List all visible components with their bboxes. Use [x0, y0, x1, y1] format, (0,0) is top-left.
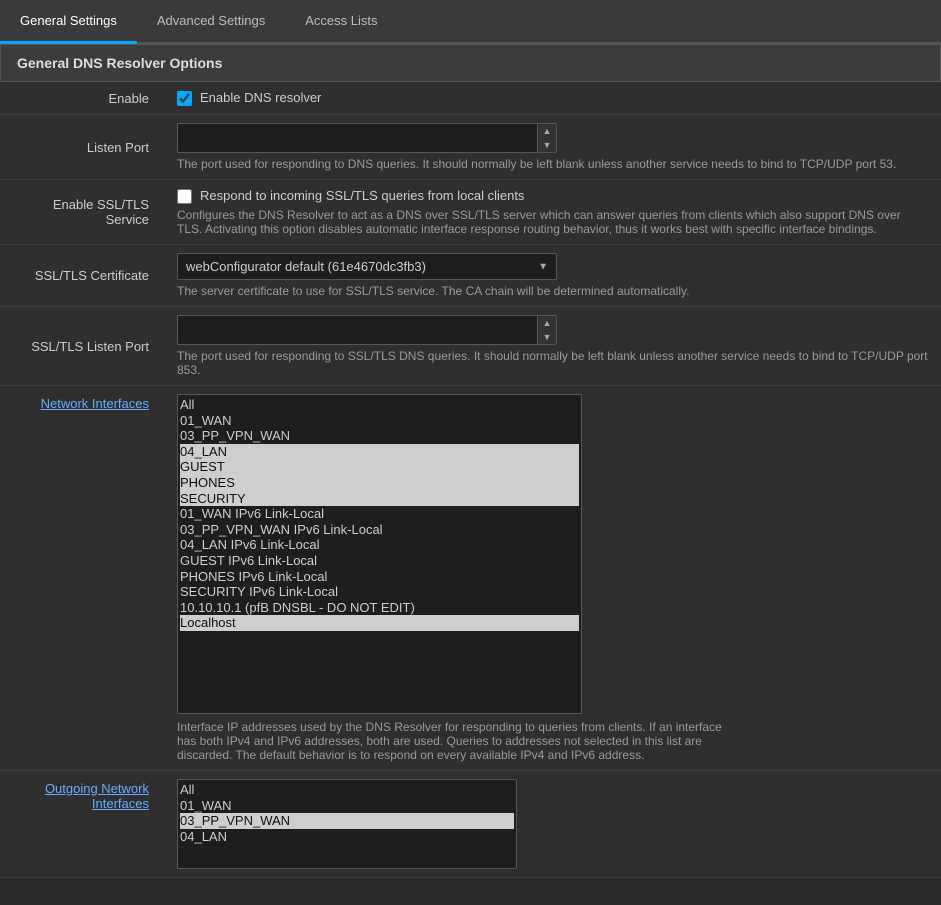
network-interfaces-label: Network Interfaces — [0, 386, 165, 771]
ssl-tls-port-help: The port used for responding to SSL/TLS … — [177, 349, 929, 377]
ssl-tls-service-value: Respond to incoming SSL/TLS queries from… — [165, 180, 941, 245]
tabs-bar: General Settings Advanced Settings Acces… — [0, 0, 941, 44]
ssl-tls-port-input[interactable]: 853 — [178, 318, 537, 343]
listen-port-input[interactable]: 53 — [178, 126, 537, 151]
listen-port-input-wrap: 53 ▲ ▼ — [177, 123, 557, 153]
ssl-tls-cert-select-wrap: webConfigurator default (61e4670dc3fb3) — [177, 253, 557, 280]
network-interfaces-value: All01_WAN03_PP_VPN_WAN04_LANGUESTPHONESS… — [165, 386, 941, 771]
enable-label: Enable — [0, 82, 165, 115]
outgoing-interfaces-listbox[interactable]: All01_WAN03_PP_VPN_WAN04_LAN — [177, 779, 517, 869]
tab-general-settings[interactable]: General Settings — [0, 0, 137, 44]
listen-port-down[interactable]: ▼ — [538, 138, 556, 152]
ssl-tls-port-label: SSL/TLS Listen Port — [0, 307, 165, 386]
ssl-tls-port-input-wrap: 853 ▲ ▼ — [177, 315, 557, 345]
ssl-tls-cert-value: webConfigurator default (61e4670dc3fb3) … — [165, 245, 941, 307]
outgoing-interfaces-label: Outgoing Network Interfaces — [0, 771, 165, 878]
section-header: General DNS Resolver Options — [0, 44, 941, 82]
ssl-tls-port-spinners: ▲ ▼ — [537, 316, 556, 344]
ssl-tls-port-row: SSL/TLS Listen Port 853 ▲ ▼ The port use… — [0, 307, 941, 386]
network-interfaces-listbox[interactable]: All01_WAN03_PP_VPN_WAN04_LANGUESTPHONESS… — [177, 394, 582, 714]
ssl-tls-cert-help: The server certificate to use for SSL/TL… — [177, 284, 929, 298]
network-interfaces-row: Network Interfaces All01_WAN03_PP_VPN_WA… — [0, 386, 941, 771]
enable-row: Enable Enable DNS resolver — [0, 82, 941, 115]
enable-checkbox[interactable] — [177, 91, 192, 106]
listen-port-row: Listen Port 53 ▲ ▼ The port used for res… — [0, 115, 941, 180]
ssl-tls-cert-label: SSL/TLS Certificate — [0, 245, 165, 307]
ssl-tls-cert-select[interactable]: webConfigurator default (61e4670dc3fb3) — [178, 254, 556, 279]
listen-port-label: Listen Port — [0, 115, 165, 180]
listen-port-help: The port used for responding to DNS quer… — [177, 157, 929, 171]
ssl-tls-port-value: 853 ▲ ▼ The port used for responding to … — [165, 307, 941, 386]
ssl-tls-port-up[interactable]: ▲ — [538, 316, 556, 330]
ssl-tls-service-label: Enable SSL/TLS Service — [0, 180, 165, 245]
network-interfaces-link[interactable]: Network Interfaces — [41, 396, 149, 411]
enable-value: Enable DNS resolver — [165, 82, 941, 115]
listen-port-value: 53 ▲ ▼ The port used for responding to D… — [165, 115, 941, 180]
dns-resolver-form: Enable Enable DNS resolver Listen Port 5… — [0, 82, 941, 878]
ssl-tls-service-checkbox[interactable] — [177, 189, 192, 204]
network-interfaces-listbox-wrap: All01_WAN03_PP_VPN_WAN04_LANGUESTPHONESS… — [177, 394, 597, 714]
outgoing-interfaces-value: All01_WAN03_PP_VPN_WAN04_LAN — [165, 771, 941, 878]
tab-access-lists[interactable]: Access Lists — [285, 0, 397, 44]
listen-port-up[interactable]: ▲ — [538, 124, 556, 138]
outgoing-interfaces-link[interactable]: Outgoing Network Interfaces — [45, 781, 149, 811]
tab-advanced-settings[interactable]: Advanced Settings — [137, 0, 285, 44]
listen-port-spinners: ▲ ▼ — [537, 124, 556, 152]
outgoing-interfaces-row: Outgoing Network Interfaces All01_WAN03_… — [0, 771, 941, 878]
network-interfaces-help: Interface IP addresses used by the DNS R… — [177, 720, 737, 762]
ssl-tls-cert-row: SSL/TLS Certificate webConfigurator defa… — [0, 245, 941, 307]
ssl-tls-port-down[interactable]: ▼ — [538, 330, 556, 344]
outgoing-interfaces-listbox-wrap: All01_WAN03_PP_VPN_WAN04_LAN — [177, 779, 597, 869]
ssl-tls-service-help: Configures the DNS Resolver to act as a … — [177, 208, 929, 236]
ssl-tls-service-row: Enable SSL/TLS Service Respond to incomi… — [0, 180, 941, 245]
